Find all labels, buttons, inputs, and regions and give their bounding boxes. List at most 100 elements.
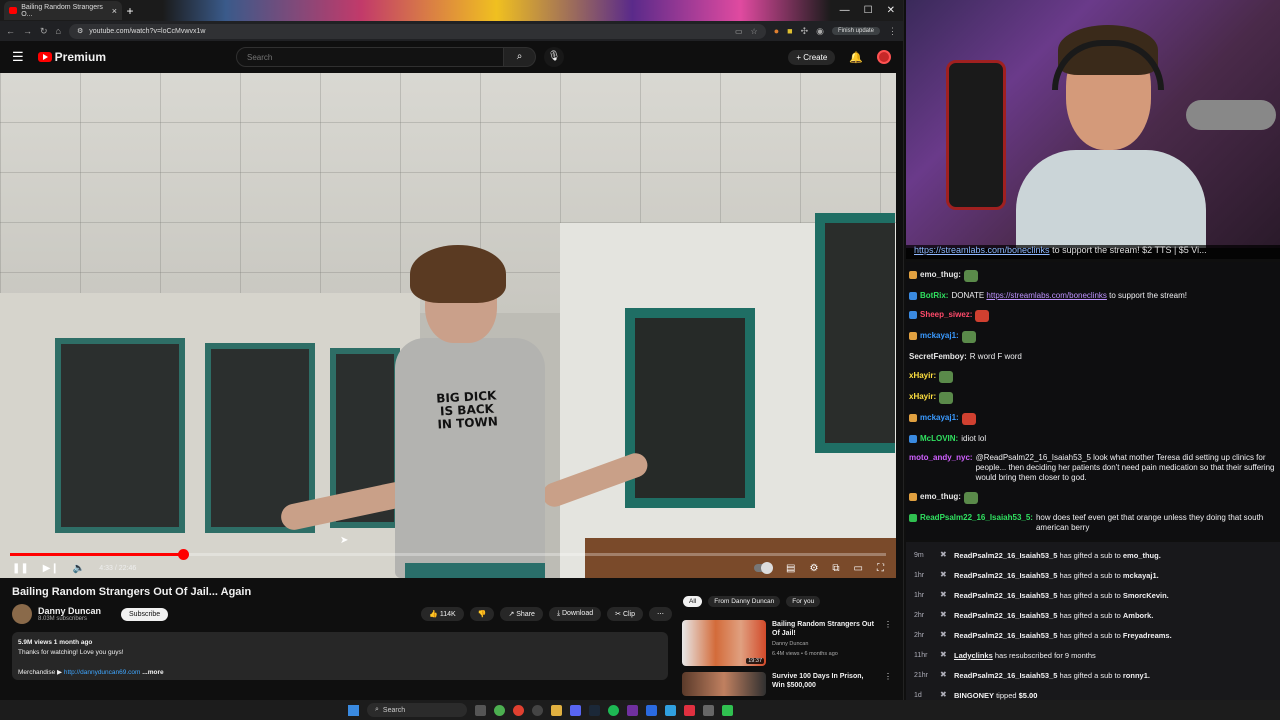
feed-user[interactable]: ReadPsalm22_16_Isaiah53_5 <box>954 671 1057 680</box>
progress-bar[interactable] <box>10 549 886 560</box>
create-button[interactable]: + Create <box>788 49 836 65</box>
back-icon[interactable]: ← <box>6 26 15 36</box>
folder-icon[interactable] <box>551 704 562 716</box>
volume-icon[interactable]: 🔈 <box>73 563 85 574</box>
extensions-puzzle-icon[interactable]: ✣ <box>801 26 809 37</box>
spotify-icon[interactable] <box>608 704 619 716</box>
like-button[interactable]: 👍 114K <box>421 607 464 621</box>
url-field[interactable]: ⚙ youtube.com/watch?v=loCcMvwvx1w ▭ ☆ <box>68 23 766 39</box>
chat-username[interactable]: mckayaj1: <box>920 331 959 341</box>
youtube-logo[interactable]: Premium <box>37 50 106 64</box>
taskbar-search[interactable]: ⌕ Search <box>367 703 467 717</box>
feed-user[interactable]: ReadPsalm22_16_Isaiah53_5 <box>954 551 1057 560</box>
search-input[interactable] <box>236 47 505 67</box>
discord-icon[interactable] <box>570 704 581 716</box>
menu-kebab-icon[interactable]: ⋮ <box>888 26 897 37</box>
pause-icon[interactable]: ❚❚ <box>12 563 29 574</box>
steam-icon[interactable] <box>589 704 600 716</box>
clip-button[interactable]: ✂ Clip <box>607 607 643 621</box>
feed-user[interactable]: ReadPsalm22_16_Isaiah53_5 <box>954 631 1057 640</box>
related-thumbnail[interactable]: 19:37 <box>682 620 766 666</box>
windows-start-icon[interactable] <box>348 704 359 716</box>
video-player[interactable]: BIG DICK IS BACK IN TOWN ➤ <box>0 73 896 578</box>
chat-username[interactable]: emo_thug: <box>920 270 961 280</box>
feed-row[interactable]: 9m ✖ ReadPsalm22_16_Isaiah53_5 has gifted … <box>906 545 1280 565</box>
notifications-bell-icon[interactable]: 🔔 <box>849 51 863 64</box>
feed-row[interactable]: 21hr ✖ ReadPsalm22_16_Isaiah53_5 has gifte… <box>906 665 1280 685</box>
feed-row[interactable]: 1d ✖ BINGONEY tipped $5.00 <box>906 685 1280 700</box>
autoplay-toggle[interactable] <box>753 562 773 574</box>
app-icon[interactable] <box>703 704 714 716</box>
feed-user[interactable]: Ladyclinks <box>954 651 993 660</box>
close-window-icon[interactable]: ✕ <box>887 5 895 16</box>
feed-row[interactable]: 2hr ✖ ReadPsalm22_16_Isaiah53_5 has gifted… <box>906 625 1280 645</box>
file-explorer-icon[interactable] <box>475 704 486 716</box>
chat-username[interactable]: moto_andy_nyc: <box>909 453 973 463</box>
more-actions-icon[interactable]: ⋯ <box>649 607 672 621</box>
feed-row[interactable]: 11hr ✖ Ladyclinks has resubscribed for 9 m… <box>906 645 1280 665</box>
share-button[interactable]: ↗ Share <box>500 607 543 621</box>
channel-avatar[interactable] <box>12 604 32 624</box>
reload-icon[interactable]: ↻ <box>40 26 48 37</box>
feed-user[interactable]: ReadPsalm22_16_Isaiah53_5 <box>954 591 1057 600</box>
chat-username[interactable]: xHayir: <box>909 392 936 402</box>
home-icon[interactable]: ⌂ <box>56 26 61 36</box>
hamburger-menu-icon[interactable]: ☰ <box>12 49 24 65</box>
feed-row[interactable]: 2hr ✖ ReadPsalm22_16_Isaiah53_5 has gifted… <box>906 605 1280 625</box>
related-video[interactable]: 19:37 Bailing Random Strangers Out Of Ja… <box>682 620 892 666</box>
chat-username[interactable]: McLOVIN: <box>920 434 958 444</box>
miniplayer-icon[interactable]: ⧉ <box>832 563 839 574</box>
app-icon[interactable] <box>627 704 638 716</box>
app-icon[interactable] <box>665 704 676 716</box>
chat-username[interactable]: xHayir: <box>909 371 936 381</box>
app-icon[interactable] <box>684 704 695 716</box>
feed-row[interactable]: 1hr ✖ ReadPsalm22_16_Isaiah53_5 has gifted… <box>906 585 1280 605</box>
show-more-link[interactable]: ...more <box>142 669 163 676</box>
app-icon[interactable] <box>646 704 657 716</box>
chat-link[interactable]: https://streamlabs.com/boneclinks <box>986 291 1107 300</box>
ticker-link[interactable]: https://streamlabs.com/boneclinks <box>914 245 1050 255</box>
finish-update-button[interactable]: Finish update <box>831 27 880 35</box>
next-icon[interactable]: ▶❙ <box>43 563 59 574</box>
subtitles-icon[interactable]: ▤ <box>786 563 795 574</box>
browser-tab[interactable]: Bailing Random Strangers O... × <box>4 1 122 20</box>
chat-username[interactable]: Sheep_siwez: <box>920 310 972 320</box>
related-title[interactable]: Survive 100 Days In Prison, Win $500,000 <box>772 672 878 690</box>
related-title[interactable]: Bailing Random Strangers Out Of Jail! <box>772 620 878 638</box>
subscribe-button[interactable]: Subscribe <box>121 607 169 621</box>
obs-icon[interactable] <box>532 704 543 716</box>
microphone-icon[interactable]: 🎙 <box>544 47 565 67</box>
chat-username[interactable]: emo_thug: <box>920 492 961 502</box>
related-video[interactable]: Survive 100 Days In Prison, Win $500,000… <box>682 672 892 696</box>
maximize-icon[interactable]: ☐ <box>864 5 873 16</box>
close-icon[interactable]: × <box>112 6 117 16</box>
theater-mode-icon[interactable]: ▭ <box>854 563 863 574</box>
description-box[interactable]: 5.9M views 1 month ago Thanks for watchi… <box>12 632 668 680</box>
cast-icon[interactable]: ▭ <box>735 27 743 36</box>
chat-username[interactable]: BotRix: <box>920 291 948 301</box>
chat-username[interactable]: SecretFemboy: <box>909 352 967 362</box>
extension-icon[interactable]: ■ <box>787 26 792 36</box>
related-thumbnail[interactable] <box>682 672 766 696</box>
merch-link[interactable]: http://dannyduncan69.com <box>64 669 141 676</box>
search-icon[interactable]: ⌕ <box>504 47 537 67</box>
chip-from-channel[interactable]: From Danny Duncan <box>708 596 781 607</box>
feed-user[interactable]: ReadPsalm22_16_Isaiah53_5 <box>954 611 1057 620</box>
more-options-icon[interactable]: ⋮ <box>884 672 892 696</box>
feed-row[interactable]: 1hr ✖ ReadPsalm22_16_Isaiah53_5 has gifted… <box>906 565 1280 585</box>
fullscreen-icon[interactable]: ⛶ <box>877 563 884 574</box>
profile-avatar[interactable]: ◉ <box>816 26 824 37</box>
channel-name[interactable]: Danny Duncan <box>38 606 101 616</box>
app-icon[interactable] <box>722 704 733 716</box>
new-tab-icon[interactable]: + <box>122 3 138 19</box>
account-avatar[interactable] <box>877 50 891 64</box>
chip-for-you[interactable]: For you <box>786 596 821 607</box>
chat-username[interactable]: mckayaj1: <box>920 413 959 423</box>
chat-username[interactable]: ReadPsalm22_16_Isaiah53_5: <box>920 513 1033 523</box>
chip-all[interactable]: All <box>683 596 703 607</box>
feed-user[interactable]: BINGONEY <box>954 691 994 700</box>
feed-user[interactable]: ReadPsalm22_16_Isaiah53_5 <box>954 571 1057 580</box>
forward-icon[interactable]: → <box>23 26 32 36</box>
download-button[interactable]: ⤓ Download <box>548 607 602 621</box>
chrome-icon[interactable] <box>513 704 524 716</box>
